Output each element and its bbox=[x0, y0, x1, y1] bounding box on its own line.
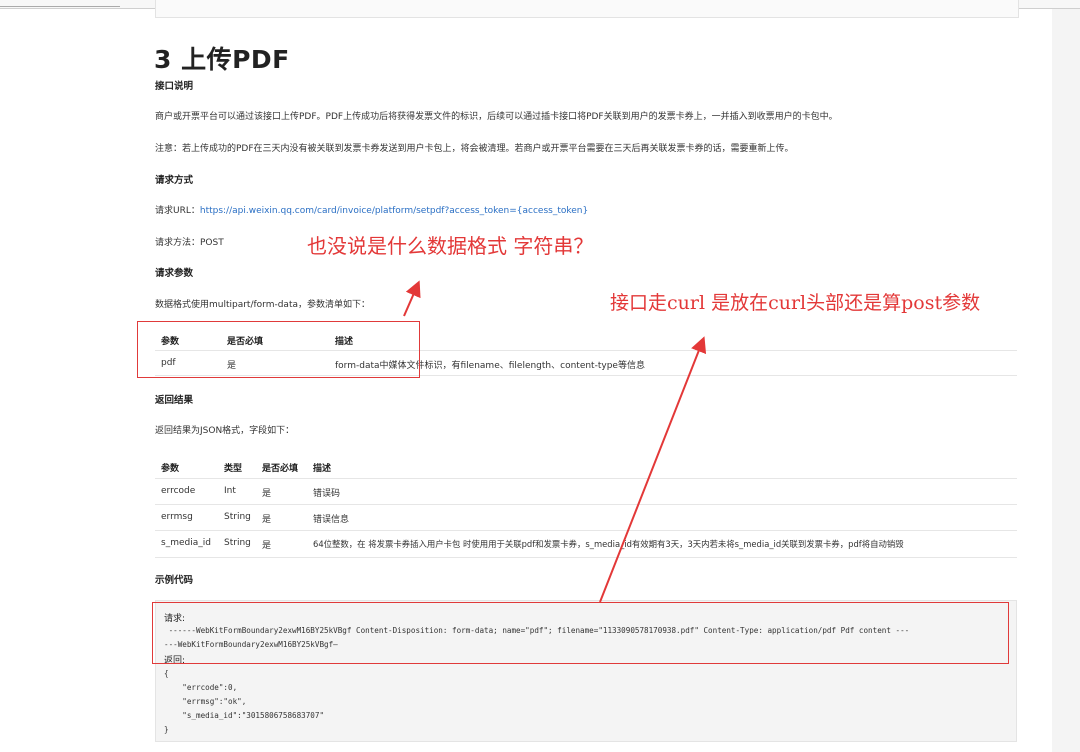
code-line: { bbox=[164, 669, 169, 678]
result-table-header: 参数 类型 是否必填 描述 bbox=[155, 454, 1017, 479]
annotation-note-curl: 接口走curl 是放在curl头部还是算post参数 bbox=[610, 292, 981, 314]
code-line: "errcode":0, bbox=[164, 683, 238, 692]
annotation-box-request bbox=[152, 602, 1009, 664]
annotation-note-format: 也没说是什么数据格式 字符串？ bbox=[307, 234, 594, 258]
page-title: 3 上传PDF bbox=[154, 45, 290, 74]
header-cell: 类型 bbox=[224, 464, 243, 474]
field-type: String bbox=[224, 512, 251, 522]
description-paragraph: 商户或开票平台可以通过该接口上传PDF。PDF上传成功后将获得发票文件的标识，后… bbox=[155, 112, 838, 122]
result-description: 返回结果为JSON格式，字段如下： bbox=[155, 426, 295, 436]
url-label: 请求URL： bbox=[155, 206, 200, 216]
url-link[interactable]: https://api.weixin.qq.com/card/invoice/p… bbox=[200, 206, 588, 216]
example-heading: 示例代码 bbox=[155, 575, 194, 586]
code-line: "errmsg":"ok", bbox=[164, 697, 247, 706]
field-description: 64位整数，在 将发票卡券插入用户卡包 时使用用于关联pdf和发票卡券，s_me… bbox=[313, 539, 904, 549]
annotation-box-params bbox=[137, 321, 420, 378]
interface-heading: 接口说明 bbox=[155, 81, 194, 92]
request-heading: 请求方式 bbox=[155, 175, 194, 186]
field-name: errcode bbox=[161, 486, 196, 496]
header-cell: 是否必填 bbox=[262, 464, 299, 474]
params-description: 数据格式使用multipart/form-data，参数清单如下： bbox=[155, 300, 370, 310]
code-line: } bbox=[164, 725, 169, 734]
table-row: s_media_id String 是 64位整数，在 将发票卡券插入用户卡包 … bbox=[155, 531, 1017, 558]
field-type: String bbox=[224, 538, 251, 548]
table-row: errcode Int 是 错误码 bbox=[155, 479, 1017, 505]
table-row: errmsg String 是 错误信息 bbox=[155, 505, 1017, 531]
field-required: 是 bbox=[262, 515, 272, 525]
request-method: 请求方法：POST bbox=[155, 238, 224, 248]
result-heading: 返回结果 bbox=[155, 395, 194, 406]
field-required: 是 bbox=[262, 489, 272, 499]
field-description: 错误码 bbox=[313, 489, 341, 499]
field-description: 错误信息 bbox=[313, 515, 350, 525]
request-url: 请求URL：https://api.weixin.qq.com/card/inv… bbox=[155, 203, 588, 216]
params-heading: 请求参数 bbox=[155, 268, 194, 279]
header-cell: 参数 bbox=[161, 464, 180, 474]
header-cell: 描述 bbox=[313, 464, 332, 474]
code-line: "s_media_id":"3015806758683707" bbox=[164, 711, 325, 720]
note-paragraph: 注意：若上传成功的PDF在三天内没有被关联到发票卡券发送到用户卡包上，将会被清理… bbox=[155, 144, 794, 154]
field-name: s_media_id bbox=[161, 538, 211, 548]
field-type: Int bbox=[224, 486, 236, 496]
field-name: errmsg bbox=[161, 512, 193, 522]
field-required: 是 bbox=[262, 541, 272, 551]
